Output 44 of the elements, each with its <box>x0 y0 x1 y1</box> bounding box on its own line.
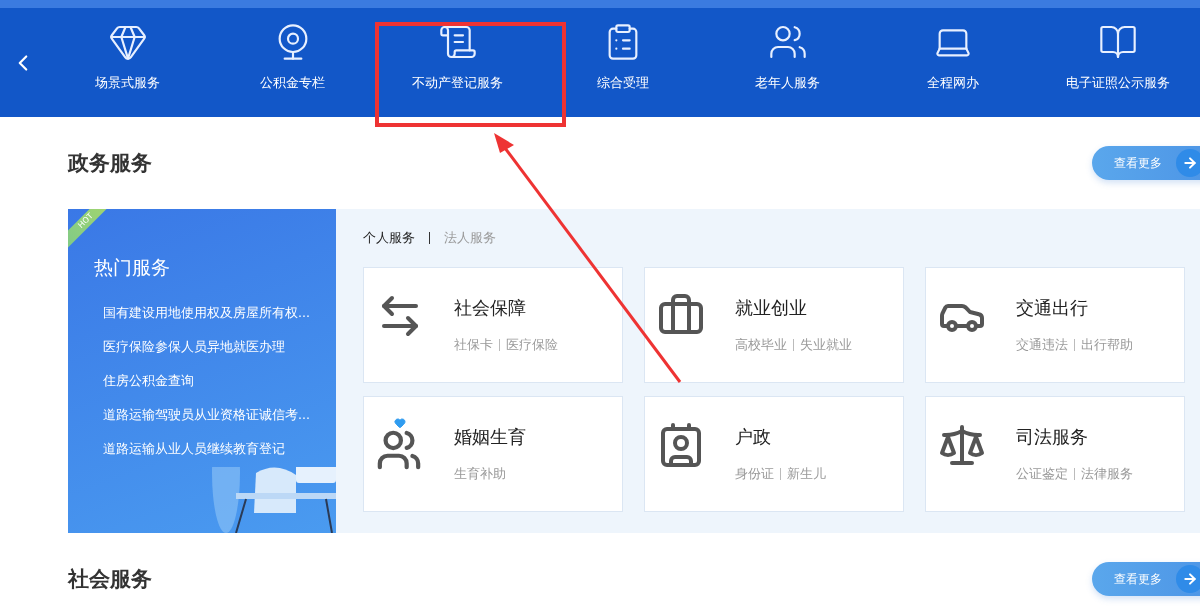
view-more-button[interactable]: 查看更多 <box>1092 146 1200 180</box>
arrow-right-icon <box>1176 565 1200 593</box>
card-link[interactable]: 出行帮助 <box>1081 336 1133 354</box>
nav-item[interactable]: 电子证照公示服务 <box>1035 0 1200 117</box>
card-link[interactable]: 法律服务 <box>1081 465 1133 483</box>
service-card[interactable]: 交通出行 交通违法 出行帮助 <box>925 267 1185 383</box>
hot-service-link[interactable]: 道路运输从业人员继续教育登记 <box>103 441 336 458</box>
service-card[interactable]: 户政 身份证 新生儿 <box>644 396 904 512</box>
nav-item[interactable]: 不动产登记服务 <box>375 0 540 117</box>
hot-service-link[interactable]: 医疗保险参保人员异地就医办理 <box>103 339 336 356</box>
card-title: 社会保障 <box>454 296 527 320</box>
tab[interactable]: 个人服务 <box>363 229 415 247</box>
card-link[interactable]: 交通违法 <box>1016 336 1068 354</box>
section-title: 社会服务 <box>68 566 152 593</box>
card-link[interactable]: 新生儿 <box>787 465 826 483</box>
service-card[interactable]: 社会保障 社保卡 医疗保险 <box>363 267 623 383</box>
nav-item[interactable]: 全程网办 <box>870 0 1035 117</box>
nav-item[interactable]: 老年人服务 <box>705 0 870 117</box>
card-link[interactable]: 社保卡 <box>454 336 493 354</box>
hot-service-link[interactable]: 住房公积金查询 <box>103 373 336 390</box>
card-link[interactable]: 身份证 <box>735 465 774 483</box>
panel-title: 热门服务 <box>94 255 171 280</box>
service-card[interactable]: 司法服务 公证鉴定 法律服务 <box>925 396 1185 512</box>
card-link[interactable]: 生育补助 <box>454 465 506 483</box>
nav-item[interactable]: 场景式服务 <box>45 0 210 117</box>
nav-item[interactable]: 公积金专栏 <box>210 0 375 117</box>
view-more-button[interactable]: 查看更多 <box>1092 562 1200 596</box>
card-link[interactable]: 医疗保险 <box>506 336 558 354</box>
card-title: 户政 <box>735 425 772 449</box>
card-title: 婚姻生育 <box>454 425 526 449</box>
service-card[interactable]: 就业创业 高校毕业 失业就业 <box>644 267 904 383</box>
card-title: 交通出行 <box>1016 296 1089 320</box>
card-title: 司法服务 <box>1016 425 1089 449</box>
arrow-right-icon <box>1176 149 1200 177</box>
card-link[interactable]: 高校毕业 <box>735 336 787 354</box>
card-link[interactable]: 公证鉴定 <box>1016 465 1068 483</box>
service-card[interactable]: 婚姻生育 生育补助 <box>363 396 623 512</box>
card-link[interactable]: 失业就业 <box>800 336 852 354</box>
tab[interactable]: 法人服务 <box>444 229 496 247</box>
hot-service-link[interactable]: 国有建设用地使用权及房屋所有权... <box>103 305 336 322</box>
section-title: 政务服务 <box>68 150 152 177</box>
card-title: 就业创业 <box>735 296 808 320</box>
nav-item[interactable]: 综合受理 <box>540 0 705 117</box>
hot-service-link[interactable]: 道路运输驾驶员从业资格证诚信考... <box>103 407 336 424</box>
